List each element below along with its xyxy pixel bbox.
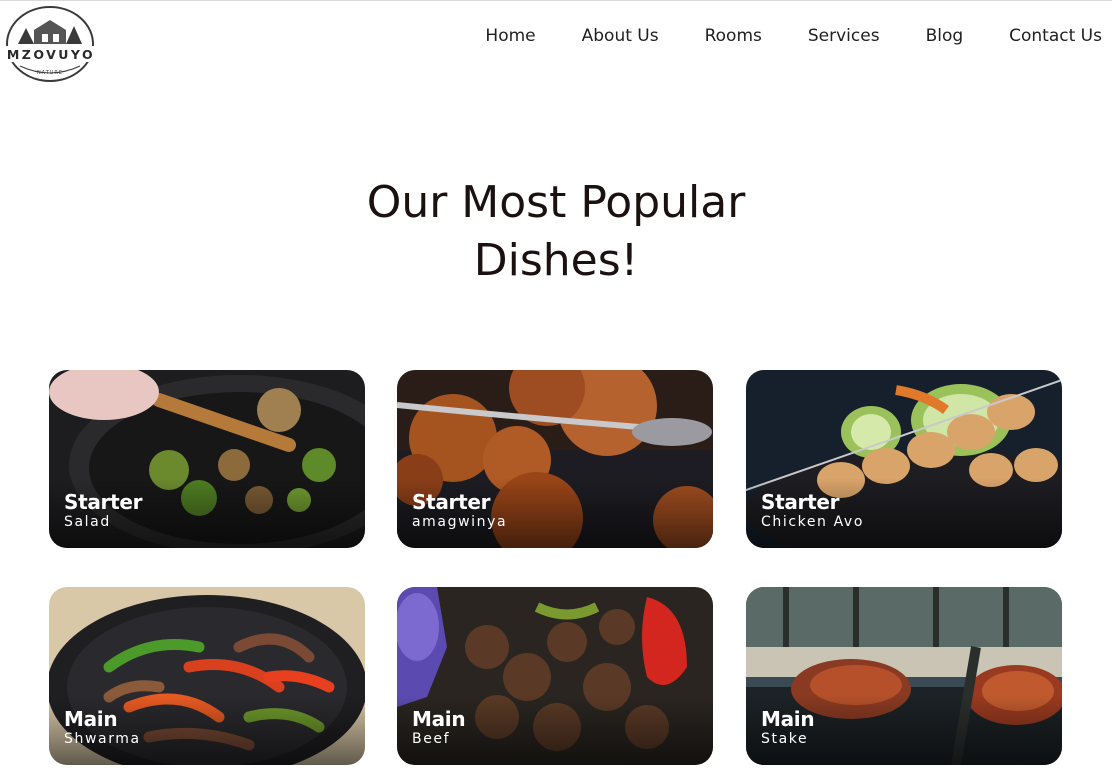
dish-card-shwarma[interactable]: Main Shwarma bbox=[49, 587, 365, 765]
nav-contact-us[interactable]: Contact Us bbox=[963, 24, 1102, 48]
nav-blog[interactable]: Blog bbox=[880, 24, 964, 48]
dish-category: Starter bbox=[64, 490, 143, 514]
dish-category: Main bbox=[412, 707, 466, 731]
nav-services[interactable]: Services bbox=[762, 24, 880, 48]
dish-category: Main bbox=[761, 707, 815, 731]
section-title-line1: Our Most Popular bbox=[366, 177, 746, 228]
logo-badge-icon: MZOVUYO NATURE bbox=[6, 6, 96, 82]
main-nav: Home About Us Rooms Services Blog Contac… bbox=[485, 24, 1102, 48]
dish-card-chicken-avo[interactable]: Starter Chicken Avo bbox=[746, 370, 1062, 548]
section-title-line2: Dishes! bbox=[473, 235, 639, 286]
dish-name: Beef bbox=[412, 731, 451, 747]
dish-card-beef[interactable]: Main Beef bbox=[397, 587, 713, 765]
logo-text: MZOVUYO bbox=[7, 47, 95, 62]
nav-rooms[interactable]: Rooms bbox=[659, 24, 762, 48]
dish-category: Starter bbox=[412, 490, 491, 514]
section-title: Our Most Popular Dishes! bbox=[0, 174, 1112, 290]
nav-home[interactable]: Home bbox=[485, 24, 535, 48]
site-logo[interactable]: MZOVUYO NATURE bbox=[4, 4, 98, 84]
dish-name: Shwarma bbox=[64, 731, 141, 747]
dish-category: Main bbox=[64, 707, 118, 731]
dish-card-salad[interactable]: Starter Salad bbox=[49, 370, 365, 548]
top-border bbox=[0, 0, 1112, 1]
dish-name: Chicken Avo bbox=[761, 514, 864, 530]
dish-name: Stake bbox=[761, 731, 809, 747]
dish-card-amagwinya[interactable]: Starter amagwinya bbox=[397, 370, 713, 548]
dish-card-stake[interactable]: Main Stake bbox=[746, 587, 1062, 765]
dish-name: amagwinya bbox=[412, 514, 508, 530]
dish-name: Salad bbox=[64, 514, 111, 530]
nav-about-us[interactable]: About Us bbox=[536, 24, 659, 48]
logo-subtext: NATURE bbox=[37, 70, 63, 76]
dish-category: Starter bbox=[761, 490, 840, 514]
